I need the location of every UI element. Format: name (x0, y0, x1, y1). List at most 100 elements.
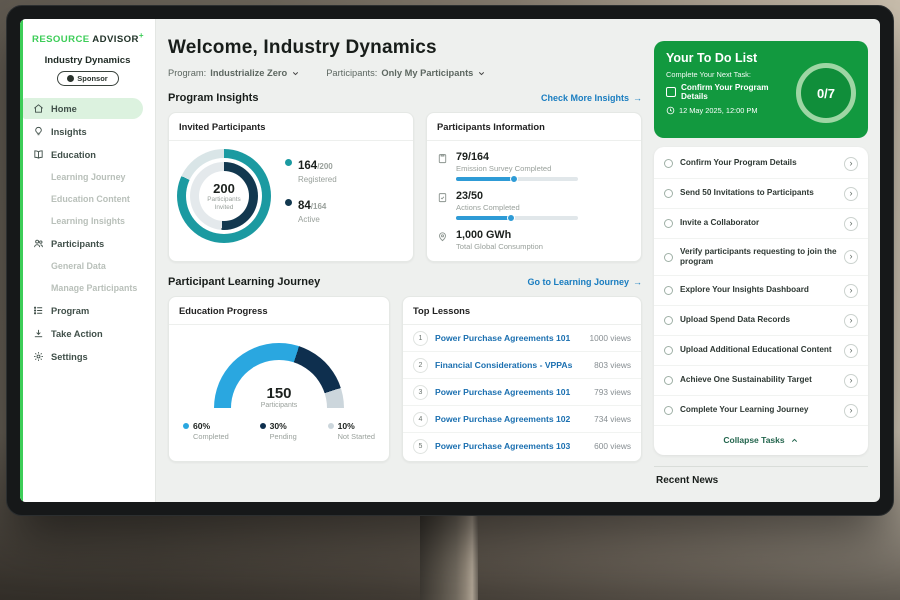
legend-pct: 30% (270, 421, 287, 431)
stat-global-consumption: 1,000 GWh Total Global Consumption (437, 229, 631, 251)
participants-filter[interactable]: Participants: Only My Participants (326, 68, 486, 78)
sidebar-accent-bar (20, 19, 23, 502)
chevron-down-icon (291, 69, 300, 78)
lesson-rank: 2 (413, 358, 428, 373)
todo-panel: Your To Do List Complete Your Next Task:… (654, 41, 868, 486)
chevron-right-icon[interactable]: › (844, 374, 858, 388)
invited-participants-card: Invited Participants 200 Participants In… (168, 112, 414, 262)
list-icon (33, 305, 44, 316)
chevron-right-icon[interactable]: › (844, 344, 858, 358)
action-icon (33, 328, 44, 339)
legend-dot-registered (285, 159, 292, 166)
sidebar-item-education-content[interactable]: Education Content (20, 189, 155, 209)
sidebar-item-settings[interactable]: Settings (20, 346, 155, 367)
program-filter[interactable]: Program: Industrialize Zero (168, 68, 300, 78)
chevron-right-icon[interactable]: › (844, 187, 858, 201)
stat-value: 79/164 (456, 151, 578, 163)
collapse-tasks-button[interactable]: Collapse Tasks (654, 426, 868, 453)
chevron-right-icon[interactable]: › (844, 314, 858, 328)
radio-icon[interactable] (664, 346, 673, 355)
monitor-frame: RESOURCE ADVISOR+ Industry Dynamics Spon… (6, 5, 894, 516)
checkbox-icon[interactable] (666, 87, 676, 97)
task-upload-educational-content[interactable]: Upload Additional Educational Content › (654, 336, 868, 366)
sidebar-item-take-action[interactable]: Take Action (20, 323, 155, 344)
card-title: Participants Information (427, 113, 641, 141)
sidebar-item-education[interactable]: Education (20, 144, 155, 165)
radio-icon[interactable] (664, 316, 673, 325)
logo-plus: + (139, 31, 144, 40)
task-upload-spend-data[interactable]: Upload Spend Data Records › (654, 306, 868, 336)
chevron-right-icon[interactable]: › (844, 250, 858, 264)
task-achieve-sustainability-target[interactable]: Achieve One Sustainability Target › (654, 366, 868, 396)
actions-completed-progress-bar (456, 216, 578, 220)
todo-due-label: 12 May 2025, 12:00 PM (679, 106, 757, 115)
legend-pct: 10% (338, 421, 355, 431)
task-send-invitations[interactable]: Send 50 Invitations to Participants › (654, 179, 868, 209)
collapse-label: Collapse Tasks (723, 435, 784, 445)
lesson-link[interactable]: Financial Considerations - VPPAs (435, 360, 587, 370)
task-label: Send 50 Invitations to Participants (680, 188, 837, 199)
lesson-link[interactable]: Power Purchase Agreements 103 (435, 441, 587, 451)
sidebar-item-label: Manage Participants (51, 283, 137, 293)
donut-center: 200 Participants Invited (177, 149, 271, 243)
todo-progress-ring: 0/7 (796, 63, 856, 123)
legend-pct: 60% (193, 421, 210, 431)
legend-value: 164 (298, 160, 317, 172)
gauge-legend: 60% Completed 30% Pending 10% Not Starte… (179, 421, 379, 441)
radio-icon[interactable] (664, 406, 673, 415)
task-label: Upload Spend Data Records (680, 315, 837, 326)
radio-icon[interactable] (664, 189, 673, 198)
sidebar-item-participants[interactable]: Participants (20, 233, 155, 254)
legend-dot-not-started (328, 423, 334, 429)
task-confirm-program-details[interactable]: Confirm Your Program Details › (654, 149, 868, 179)
filter-bar: Program: Industrialize Zero Participants… (168, 68, 642, 78)
chevron-right-icon[interactable]: › (844, 284, 858, 298)
lesson-rank: 5 (413, 439, 428, 454)
radio-icon[interactable] (664, 253, 673, 262)
sidebar-item-label: Education (51, 150, 96, 160)
task-explore-insights[interactable]: Explore Your Insights Dashboard › (654, 276, 868, 306)
lesson-row: 5 Power Purchase Agreements 103 600 view… (403, 433, 641, 459)
gauge-center: 150 Participants (214, 385, 344, 409)
emission-survey-progress-bar (456, 177, 578, 181)
lesson-link[interactable]: Power Purchase Agreements 101 (435, 333, 582, 343)
lesson-rank: 3 (413, 385, 428, 400)
lesson-link[interactable]: Power Purchase Agreements 101 (435, 387, 587, 397)
stat-value: 1,000 GWh (456, 229, 543, 241)
sidebar-item-label: Settings (51, 352, 88, 362)
sidebar-item-learning-journey[interactable]: Learning Journey (20, 167, 155, 187)
chevron-right-icon[interactable]: › (844, 404, 858, 418)
legend-pending: 30% Pending (260, 421, 297, 441)
checklist-icon (437, 192, 448, 203)
legend-dot-pending (260, 423, 266, 429)
task-complete-learning-journey[interactable]: Complete Your Learning Journey › (654, 396, 868, 426)
book-icon (33, 149, 44, 160)
donut-chart: 200 Participants Invited (177, 149, 271, 243)
task-verify-participants[interactable]: Verify participants requesting to join t… (654, 239, 868, 276)
chevron-right-icon[interactable]: › (844, 217, 858, 231)
sidebar-item-general-data[interactable]: General Data (20, 256, 155, 276)
task-label: Verify participants requesting to join t… (680, 247, 837, 268)
lesson-link[interactable]: Power Purchase Agreements 102 (435, 414, 587, 424)
sidebar-item-home[interactable]: Home (23, 98, 143, 119)
sidebar-item-program[interactable]: Program (20, 300, 155, 321)
radio-icon[interactable] (664, 376, 673, 385)
todo-next-task[interactable]: Confirm Your Program Details (666, 83, 796, 101)
check-more-insights-link[interactable]: Check More Insights → (541, 93, 642, 103)
stat-label: Total Global Consumption (456, 242, 543, 251)
sidebar-item-label: Learning Journey (51, 172, 125, 182)
sidebar-item-insights[interactable]: Insights (20, 121, 155, 142)
gear-icon (33, 351, 44, 362)
task-invite-collaborator[interactable]: Invite a Collaborator › (654, 209, 868, 239)
radio-icon[interactable] (664, 159, 673, 168)
radio-icon[interactable] (664, 286, 673, 295)
go-to-learning-journey-link[interactable]: Go to Learning Journey → (527, 277, 642, 287)
radio-icon[interactable] (664, 219, 673, 228)
sidebar-item-learning-insights[interactable]: Learning Insights (20, 211, 155, 231)
legend-dot-active (285, 199, 292, 206)
sidebar-item-label: Insights (51, 127, 87, 137)
chevron-right-icon[interactable]: › (844, 157, 858, 171)
card-title: Education Progress (169, 297, 389, 325)
sidebar-item-manage-participants[interactable]: Manage Participants (20, 278, 155, 298)
todo-summary-card: Your To Do List Complete Your Next Task:… (654, 41, 868, 138)
